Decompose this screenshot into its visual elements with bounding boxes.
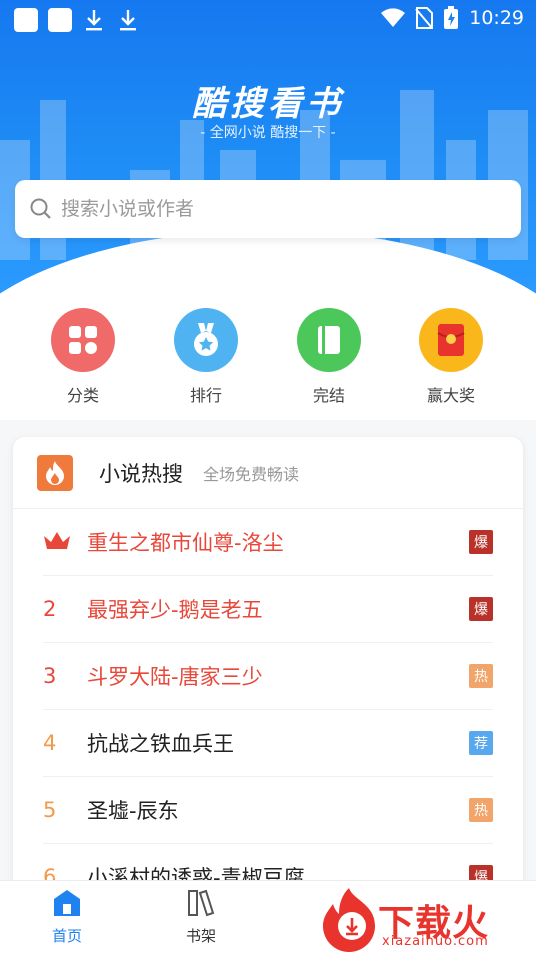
no-sim-icon xyxy=(415,7,434,29)
download-icon xyxy=(82,8,106,32)
home-icon xyxy=(54,890,80,916)
download-icon xyxy=(116,8,140,32)
hot-list-item[interactable]: 3 斗罗大陆-唐家三少 热 xyxy=(43,643,493,710)
hot-search-header: 小说热搜 全场免费畅读 xyxy=(13,437,523,509)
notification-icon xyxy=(14,8,38,32)
watermark-logo: 下载火 xiazaihuo.com xyxy=(316,884,536,954)
fire-icon xyxy=(37,454,73,491)
crown-icon xyxy=(43,530,87,555)
hot-search-card: 小说热搜 全场免费畅读 重生之都市仙尊-洛尘 爆 2 最强弃少-鹅是老五 爆 3… xyxy=(13,437,523,897)
rank-number: 5 xyxy=(43,798,57,822)
hot-search-subtitle: 全场免费畅读 xyxy=(203,464,300,484)
tab-home[interactable]: 首页 xyxy=(27,889,107,946)
quick-nav-category[interactable]: 分类 xyxy=(33,308,133,406)
search-input[interactable] xyxy=(61,198,481,220)
watermark-url: xiazaihuo.com xyxy=(382,934,489,949)
rank-number: 3 xyxy=(43,664,57,688)
notification-icon xyxy=(48,8,72,32)
red-envelope-icon xyxy=(419,308,483,372)
book-title: 圣墟-辰东 xyxy=(87,799,179,823)
book-title: 最强弃少-鹅是老五 xyxy=(87,598,263,622)
clock: 10:29 xyxy=(469,7,524,29)
bookshelf-icon xyxy=(188,889,215,917)
wifi-icon xyxy=(381,8,406,27)
search-icon xyxy=(30,198,51,219)
header-banner xyxy=(0,0,536,300)
book-icon xyxy=(297,308,361,372)
tab-label: 书架 xyxy=(185,927,216,945)
book-title: 抗战之铁血兵王 xyxy=(87,732,234,756)
medal-icon xyxy=(174,308,238,372)
hot-tag: 爆 xyxy=(469,530,493,554)
rank-number: 2 xyxy=(43,597,57,621)
quick-nav-label: 赢大奖 xyxy=(426,386,475,405)
battery-charging-icon xyxy=(444,6,459,29)
quick-nav-label: 完结 xyxy=(312,386,345,405)
recommend-tag: 荐 xyxy=(469,731,493,755)
hot-list-item[interactable]: 重生之都市仙尊-洛尘 爆 xyxy=(43,509,493,576)
search-bar[interactable] xyxy=(15,180,521,238)
hot-tag: 热 xyxy=(469,798,493,822)
quick-nav: 分类 排行 完结 赢大奖 xyxy=(0,300,536,420)
book-title: 重生之都市仙尊-洛尘 xyxy=(87,531,284,555)
hot-list-item[interactable]: 2 最强弃少-鹅是老五 爆 xyxy=(43,576,493,643)
hot-tag: 热 xyxy=(469,664,493,688)
hot-tag: 爆 xyxy=(469,597,493,621)
hot-list-item[interactable]: 4 抗战之铁血兵王 荐 xyxy=(43,710,493,777)
book-title: 斗罗大陆-唐家三少 xyxy=(87,665,263,689)
quick-nav-completed[interactable]: 完结 xyxy=(279,308,379,406)
tab-label: 首页 xyxy=(51,927,82,945)
quick-nav-ranking[interactable]: 排行 xyxy=(156,308,256,406)
app-title: 酷搜看书 xyxy=(192,84,344,124)
hot-list-item[interactable]: 5 圣墟-辰东 热 xyxy=(43,777,493,844)
grid-icon xyxy=(51,308,115,372)
quick-nav-label: 排行 xyxy=(189,386,222,405)
quick-nav-label: 分类 xyxy=(66,386,99,405)
app-slogan: - 全网小说 酷搜一下 - xyxy=(200,125,336,141)
rank-number: 4 xyxy=(43,731,57,755)
tab-bookshelf[interactable]: 书架 xyxy=(161,889,241,946)
fire-logo-icon xyxy=(323,888,375,952)
status-bar: 10:29 xyxy=(0,0,536,40)
quick-nav-prize[interactable]: 赢大奖 xyxy=(401,308,501,406)
hot-search-title: 小说热搜 xyxy=(99,461,183,486)
